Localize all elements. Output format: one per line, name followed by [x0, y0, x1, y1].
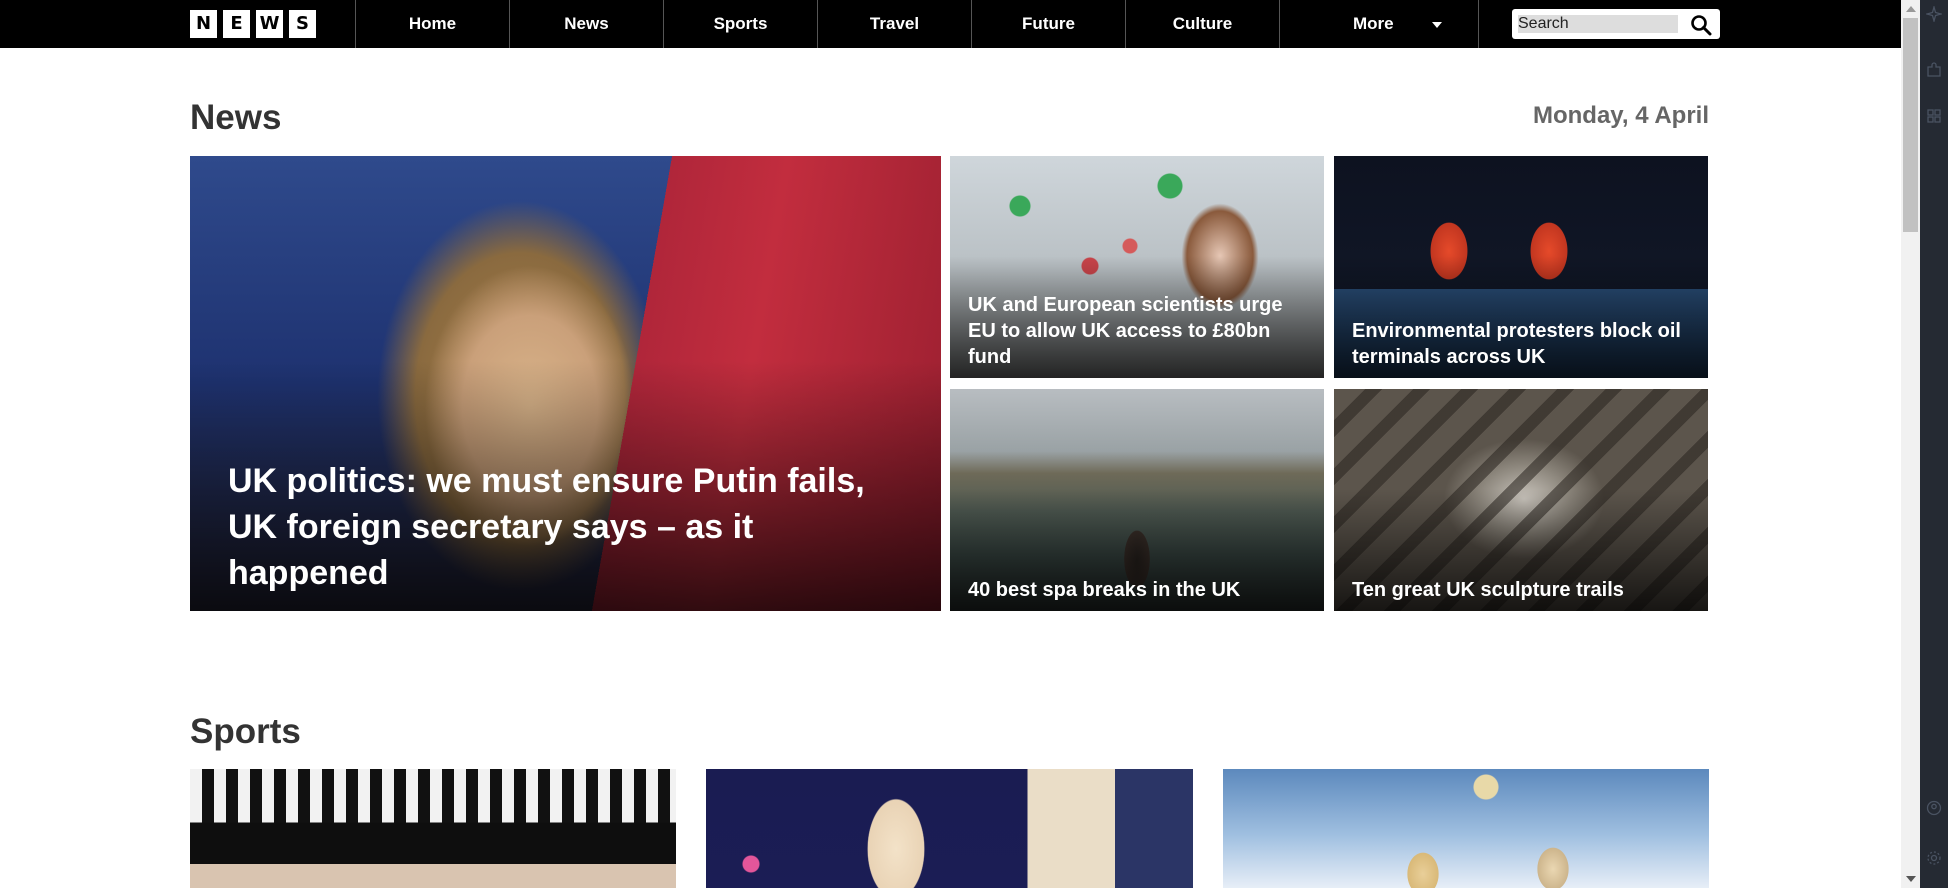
story-card[interactable]: Environmental protesters block oil termi… — [1334, 156, 1708, 378]
story-headline: 40 best spa breaks in the UK — [968, 579, 1241, 601]
featured-story-headline: UK politics: we must ensure Putin fails,… — [228, 462, 865, 592]
logo-letter: N — [190, 10, 217, 38]
nav-item-news[interactable]: News — [509, 0, 663, 48]
scrollbar-thumb[interactable] — [1903, 18, 1918, 232]
nav-item-more[interactable]: More — [1279, 0, 1479, 48]
sports-story-card[interactable] — [1223, 769, 1709, 888]
current-date: Monday, 4 April — [1532, 102, 1709, 129]
sports-story-card[interactable] — [706, 769, 1193, 888]
nav-item-culture[interactable]: Culture — [1125, 0, 1279, 48]
sports-story-card[interactable] — [190, 769, 676, 888]
browser-side-panel — [1920, 0, 1948, 888]
logo-letter: W — [256, 10, 283, 38]
apps-icon[interactable] — [1926, 108, 1942, 124]
scroll-down-icon[interactable] — [1906, 876, 1916, 882]
puzzle-icon[interactable] — [1926, 62, 1942, 78]
sports-story-image — [1223, 769, 1709, 888]
search-icon[interactable] — [1690, 14, 1712, 36]
site-logo[interactable]: N E W S — [190, 10, 316, 38]
vertical-scrollbar[interactable] — [1901, 0, 1920, 888]
sports-story-image — [706, 769, 1193, 888]
story-card[interactable]: Ten great UK sculpture trails — [1334, 389, 1708, 611]
search-box — [1512, 9, 1720, 39]
user-icon[interactable] — [1926, 800, 1942, 816]
story-card[interactable]: 40 best spa breaks in the UK — [950, 389, 1324, 611]
more-label: More — [1353, 14, 1394, 33]
story-card[interactable]: UK and European scientists urge EU to al… — [950, 156, 1324, 378]
sparkle-icon[interactable] — [1926, 6, 1942, 22]
nav-item-future[interactable]: Future — [971, 0, 1125, 48]
story-headline: Environmental protesters block oil termi… — [1352, 320, 1681, 368]
main-nav: Home News Sports Travel Future Culture M… — [355, 0, 1479, 48]
story-headline: Ten great UK sculpture trails — [1352, 579, 1624, 601]
logo-letter: S — [289, 10, 316, 38]
nav-item-sports[interactable]: Sports — [663, 0, 817, 48]
top-navigation-bar: N E W S Home News Sports Travel Future C… — [0, 0, 1901, 48]
logo-letter: E — [223, 10, 250, 38]
story-headline: UK and European scientists urge EU to al… — [968, 294, 1283, 368]
nav-item-travel[interactable]: Travel — [817, 0, 971, 48]
sports-section-title: Sports — [190, 712, 301, 751]
search-input[interactable] — [1516, 13, 1680, 35]
caret-down-icon — [1431, 22, 1442, 28]
nav-item-home[interactable]: Home — [355, 0, 509, 48]
news-section-title: News — [190, 98, 282, 137]
settings-icon[interactable] — [1926, 850, 1942, 866]
scroll-up-icon[interactable] — [1906, 6, 1916, 12]
sports-story-image — [190, 769, 676, 888]
featured-story-card[interactable]: UK politics: we must ensure Putin fails,… — [190, 156, 941, 611]
